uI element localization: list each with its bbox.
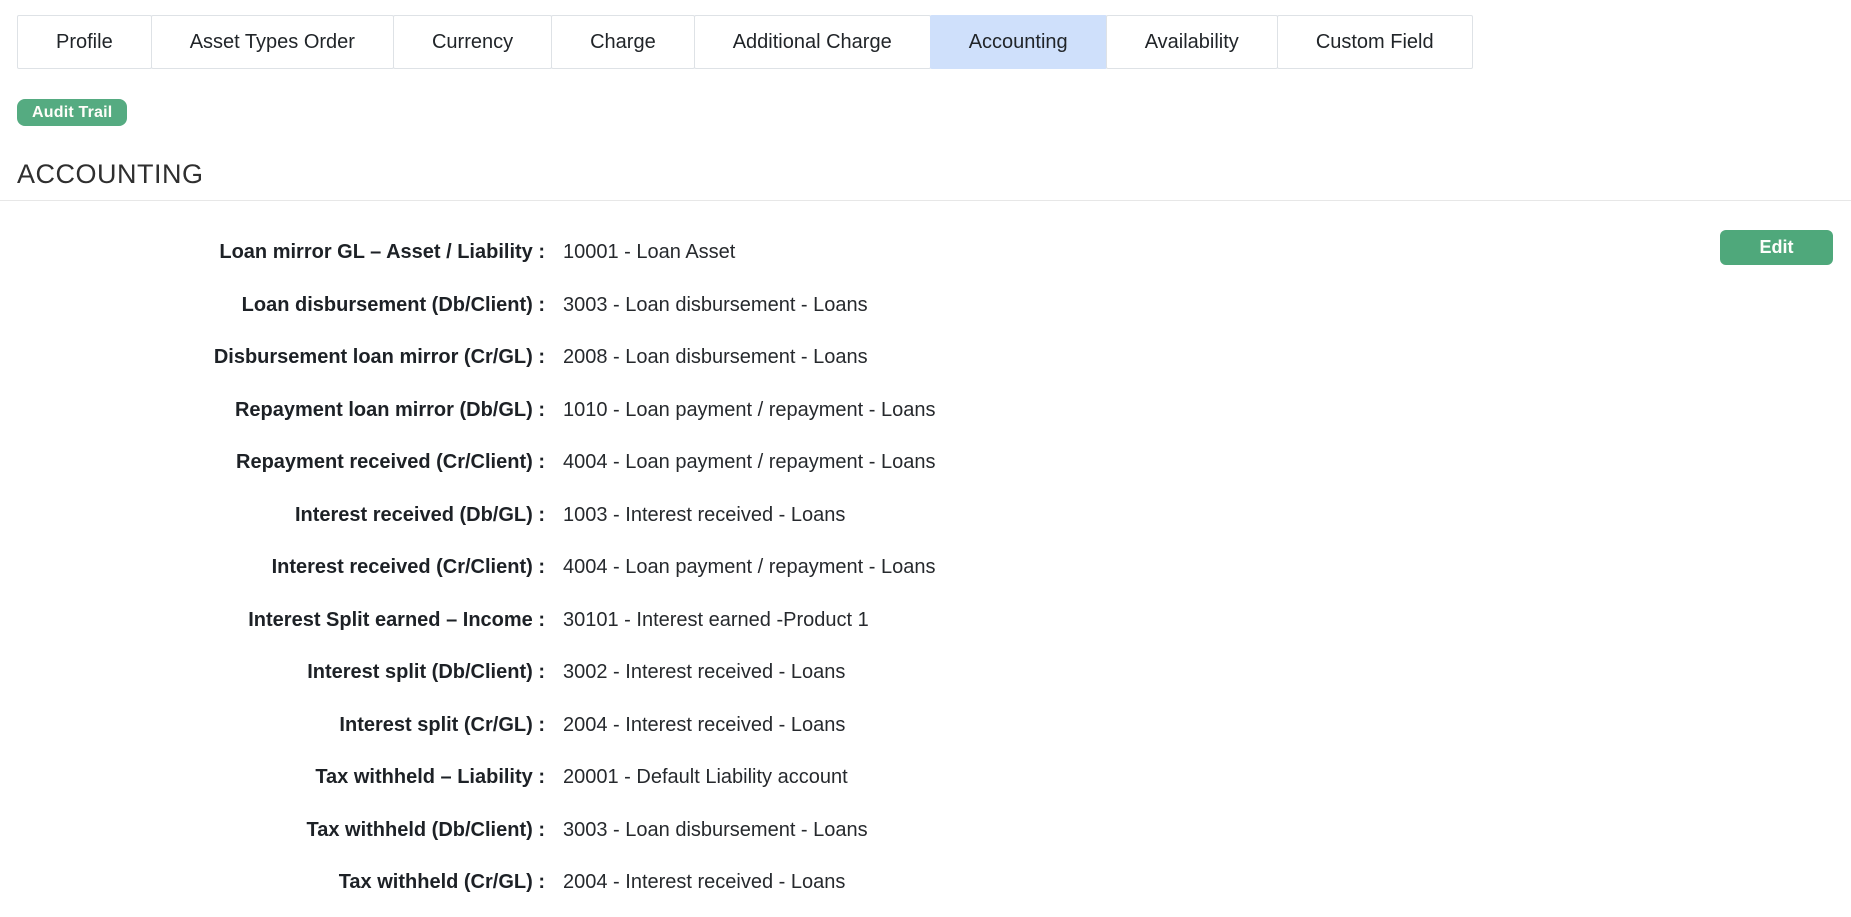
- field-label: Interest split (Db/Client) :: [0, 661, 545, 684]
- field-label: Disbursement loan mirror (Cr/GL) :: [0, 346, 545, 369]
- field-row-interest-split-db: Interest split (Db/Client) : 3002 - Inte…: [0, 647, 1851, 700]
- field-row-tax-withheld-cr: Tax withheld (Cr/GL) : 2004 - Interest r…: [0, 857, 1851, 910]
- field-row-disbursement-loan-mirror-cr: Disbursement loan mirror (Cr/GL) : 2008 …: [0, 332, 1851, 385]
- field-label: Loan mirror GL – Asset / Liability :: [0, 241, 545, 264]
- field-label: Loan disbursement (Db/Client) :: [0, 294, 545, 317]
- field-label: Repayment received (Cr/Client) :: [0, 451, 545, 474]
- edit-button[interactable]: Edit: [1720, 230, 1833, 265]
- field-value: 20001 - Default Liability account: [563, 766, 848, 789]
- tab-availability[interactable]: Availability: [1106, 15, 1278, 69]
- field-value: 2004 - Interest received - Loans: [563, 871, 845, 894]
- field-row-interest-split-cr: Interest split (Cr/GL) : 2004 - Interest…: [0, 699, 1851, 752]
- field-label: Interest received (Cr/Client) :: [0, 556, 545, 579]
- tab-accounting[interactable]: Accounting: [930, 15, 1107, 69]
- field-value: 2008 - Loan disbursement - Loans: [563, 346, 868, 369]
- field-row-interest-received-db: Interest received (Db/GL) : 1003 - Inter…: [0, 489, 1851, 542]
- field-label: Tax withheld (Cr/GL) :: [0, 871, 545, 894]
- tab-currency[interactable]: Currency: [393, 15, 552, 69]
- field-value: 1003 - Interest received - Loans: [563, 504, 845, 527]
- tab-charge[interactable]: Charge: [551, 15, 695, 69]
- field-value: 3003 - Loan disbursement - Loans: [563, 294, 868, 317]
- field-row-tax-withheld-db: Tax withheld (Db/Client) : 3003 - Loan d…: [0, 804, 1851, 857]
- settings-tab-bar: Profile Asset Types Order Currency Charg…: [17, 15, 1851, 69]
- accounting-fields-panel: Edit Loan mirror GL – Asset / Liability …: [0, 201, 1851, 910]
- field-value: 3002 - Interest received - Loans: [563, 661, 845, 684]
- field-label: Interest received (Db/GL) :: [0, 504, 545, 527]
- field-row-interest-split-earned-income: Interest Split earned – Income : 30101 -…: [0, 594, 1851, 647]
- field-value: 3003 - Loan disbursement - Loans: [563, 819, 868, 842]
- field-label: Tax withheld (Db/Client) :: [0, 819, 545, 842]
- field-row-repayment-received-cr: Repayment received (Cr/Client) : 4004 - …: [0, 437, 1851, 490]
- field-value: 10001 - Loan Asset: [563, 241, 735, 264]
- field-value: 1010 - Loan payment / repayment - Loans: [563, 399, 935, 422]
- tab-custom-field[interactable]: Custom Field: [1277, 15, 1473, 69]
- field-value: 2004 - Interest received - Loans: [563, 714, 845, 737]
- tab-profile[interactable]: Profile: [17, 15, 152, 69]
- page-title: ACCOUNTING: [17, 160, 1851, 190]
- field-row-tax-withheld-liability: Tax withheld – Liability : 20001 - Defau…: [0, 752, 1851, 805]
- field-value: 4004 - Loan payment / repayment - Loans: [563, 451, 935, 474]
- field-row-interest-received-cr: Interest received (Cr/Client) : 4004 - L…: [0, 542, 1851, 595]
- field-value: 30101 - Interest earned -Product 1: [563, 609, 869, 632]
- field-label: Interest Split earned – Income :: [0, 609, 545, 632]
- field-row-repayment-loan-mirror-db: Repayment loan mirror (Db/GL) : 1010 - L…: [0, 384, 1851, 437]
- audit-trail-button[interactable]: Audit Trail: [17, 99, 127, 126]
- field-label: Repayment loan mirror (Db/GL) :: [0, 399, 545, 422]
- field-label: Tax withheld – Liability :: [0, 766, 545, 789]
- field-value: 4004 - Loan payment / repayment - Loans: [563, 556, 935, 579]
- accounting-settings-page: Profile Asset Types Order Currency Charg…: [0, 15, 1851, 917]
- tab-asset-types-order[interactable]: Asset Types Order: [151, 15, 394, 69]
- field-label: Interest split (Cr/GL) :: [0, 714, 545, 737]
- tab-additional-charge[interactable]: Additional Charge: [694, 15, 931, 69]
- field-row-loan-mirror-gl: Loan mirror GL – Asset / Liability : 100…: [0, 227, 1851, 280]
- field-row-loan-disbursement-db: Loan disbursement (Db/Client) : 3003 - L…: [0, 279, 1851, 332]
